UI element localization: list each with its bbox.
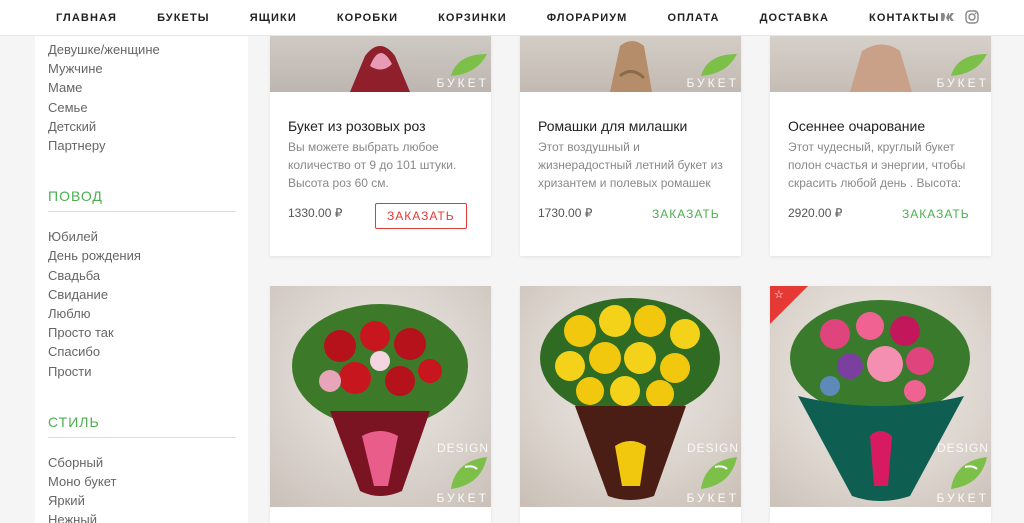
leaf-logo-icon xyxy=(697,52,739,76)
sidebar-link-mixed[interactable]: Сборный xyxy=(48,453,248,472)
product-title[interactable]: Осеннее очарование xyxy=(788,117,991,135)
social-links xyxy=(940,9,980,25)
sidebar-link-just-because[interactable]: Просто так xyxy=(48,323,248,342)
product-card[interactable]: БУКЕТ Букет из розовых роз Вы можете выб… xyxy=(270,36,491,256)
sidebar-link-woman[interactable]: Девушке/женщине xyxy=(48,40,248,59)
top-navigation: ГЛАВНАЯ БУКЕТЫ ЯЩИКИ КОРОБКИ КОРЗИНКИ ФЛ… xyxy=(0,0,1024,36)
promo-badge: ☆ xyxy=(770,286,808,324)
product-image[interactable]: БУКЕТ xyxy=(520,36,741,92)
sidebar-link-mom[interactable]: Маме xyxy=(48,78,248,97)
leaf-logo-icon xyxy=(947,52,989,76)
nav-menu: ГЛАВНАЯ БУКЕТЫ ЯЩИКИ КОРОБКИ КОРЗИНКИ ФЛ… xyxy=(56,0,980,36)
nav-item-contacts[interactable]: КОНТАКТЫ xyxy=(869,12,939,24)
product-card[interactable]: БУКЕТ Осеннее очарование Этот чудесный, … xyxy=(770,36,991,256)
star-icon: ☆ xyxy=(774,289,784,301)
product-price: 2920.00 ₽ xyxy=(788,206,843,220)
nav-item-baskets[interactable]: КОРЗИНКИ xyxy=(438,12,507,24)
product-card[interactable]: DESIGN БУКЕТ xyxy=(270,286,491,523)
vk-icon[interactable] xyxy=(940,9,956,25)
product-image[interactable]: БУКЕТ xyxy=(270,36,491,92)
style-list: Сборный Моно букет Яркий Нежный xyxy=(48,453,248,523)
sidebar-link-jubilee[interactable]: Юбилей xyxy=(48,227,248,246)
nav-item-boxes[interactable]: КОРОБКИ xyxy=(337,12,398,24)
nav-item-delivery[interactable]: ДОСТАВКА xyxy=(760,12,829,24)
sidebar-link-love[interactable]: Люблю xyxy=(48,304,248,323)
product-image[interactable]: БУКЕТ xyxy=(770,36,991,92)
watermark-buket: БУКЕТ xyxy=(436,491,489,505)
sidebar-link-sorry[interactable]: Прости xyxy=(48,362,248,381)
brand-watermark: DESIGN БУКЕТ xyxy=(686,441,739,505)
watermark-design: DESIGN xyxy=(686,441,739,455)
sidebar-link-family[interactable]: Семье xyxy=(48,98,248,117)
leaf-logo-icon xyxy=(447,52,489,76)
nav-item-payment[interactable]: ОПЛАТА xyxy=(667,12,719,24)
watermark-buket: БУКЕТ xyxy=(936,491,989,505)
brand-watermark: БУКЕТ xyxy=(686,52,739,90)
product-image[interactable]: DESIGN БУКЕТ xyxy=(270,286,491,507)
sidebar-link-thanks[interactable]: Спасибо xyxy=(48,342,248,361)
sidebar-link-birthday[interactable]: День рождения xyxy=(48,246,248,265)
brand-watermark: БУКЕТ xyxy=(936,52,989,90)
leaf-logo-icon xyxy=(697,455,739,491)
product-title[interactable]: Букет из розовых роз xyxy=(288,117,491,135)
product-description: Этот воздушный и жизнерадостный летний б… xyxy=(538,140,723,190)
order-button[interactable]: ЗАКАЗАТЬ xyxy=(902,207,970,221)
nav-item-home[interactable]: ГЛАВНАЯ xyxy=(56,12,117,24)
sidebar-link-wedding[interactable]: Свадьба xyxy=(48,266,248,285)
occasion-heading: ПОВОД xyxy=(48,188,236,213)
nav-item-bouquets[interactable]: БУКЕТЫ xyxy=(157,12,210,24)
brand-watermark: DESIGN БУКЕТ xyxy=(436,441,489,505)
sidebar-link-bright[interactable]: Яркий xyxy=(48,491,248,510)
watermark-design: DESIGN xyxy=(936,441,989,455)
watermark-buket: БУКЕТ xyxy=(936,76,989,90)
order-button[interactable]: ЗАКАЗАТЬ xyxy=(652,207,720,221)
sidebar-link-partner[interactable]: Партнеру xyxy=(48,136,248,155)
product-price: 1730.00 ₽ xyxy=(538,206,593,220)
watermark-buket: БУКЕТ xyxy=(686,491,739,505)
product-card[interactable]: БУКЕТ Ромашки для милашки Этот воздушный… xyxy=(520,36,741,256)
category-sidebar: Девушке/женщине Мужчине Маме Семье Детск… xyxy=(35,36,248,523)
sidebar-link-date[interactable]: Свидание xyxy=(48,285,248,304)
brand-watermark: DESIGN БУКЕТ xyxy=(936,441,989,505)
leaf-logo-icon xyxy=(947,455,989,491)
style-heading: СТИЛЬ xyxy=(48,414,236,438)
sidebar-link-mono[interactable]: Моно букет xyxy=(48,472,248,491)
sidebar-link-tender[interactable]: Нежный xyxy=(48,510,248,523)
product-card[interactable]: ☆ DESIGN БУКЕТ xyxy=(770,286,991,523)
brand-watermark: БУКЕТ xyxy=(436,52,489,90)
product-image[interactable]: DESIGN БУКЕТ xyxy=(520,286,741,507)
sidebar-link-man[interactable]: Мужчине xyxy=(48,59,248,78)
leaf-logo-icon xyxy=(447,455,489,491)
nav-item-boxes-wood[interactable]: ЯЩИКИ xyxy=(250,12,297,24)
product-description: Вы можете выбрать любое количество от 9 … xyxy=(288,140,457,190)
product-card[interactable]: DESIGN БУКЕТ xyxy=(520,286,741,523)
instagram-icon[interactable] xyxy=(964,9,980,25)
recipient-list: Девушке/женщине Мужчине Маме Семье Детск… xyxy=(48,40,248,155)
nav-item-florarium[interactable]: ФЛОРАРИУМ xyxy=(547,12,628,24)
product-title[interactable]: Ромашки для милашки xyxy=(538,117,741,135)
product-image[interactable]: ☆ DESIGN БУКЕТ xyxy=(770,286,991,507)
watermark-buket: БУКЕТ xyxy=(686,76,739,90)
product-description: Этот чудесный, круглый букет полон счаст… xyxy=(788,140,966,190)
occasion-list: Юбилей День рождения Свадьба Свидание Лю… xyxy=(48,227,248,381)
watermark-design: DESIGN xyxy=(436,441,489,455)
sidebar-link-kids[interactable]: Детский xyxy=(48,117,248,136)
product-price: 1330.00 ₽ xyxy=(288,206,343,220)
order-button[interactable]: ЗАКАЗАТЬ xyxy=(375,203,467,229)
watermark-buket: БУКЕТ xyxy=(436,76,489,90)
